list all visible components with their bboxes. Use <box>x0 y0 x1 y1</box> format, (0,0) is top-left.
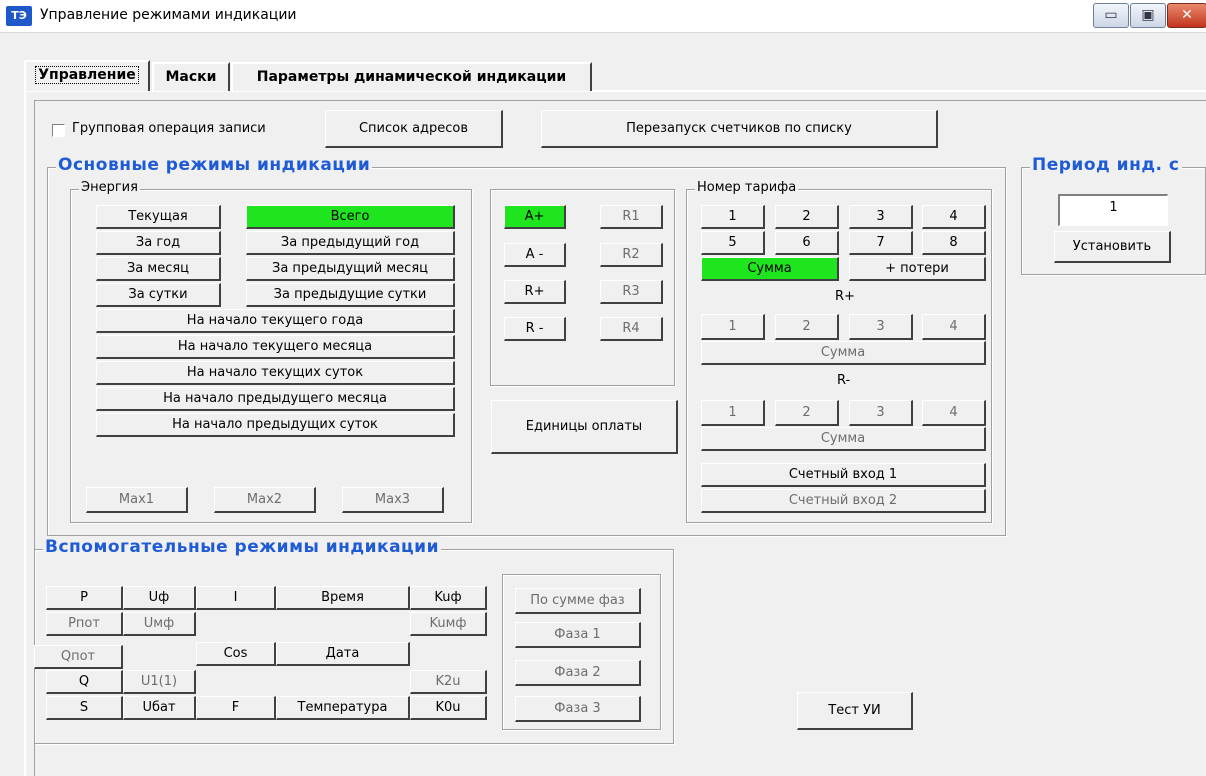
tab-control-label: Управление <box>35 66 139 84</box>
r-minus-sum-button[interactable]: Сумма <box>701 427 986 451</box>
phase-3-button[interactable]: Фаза 3 <box>515 696 641 722</box>
energy-day-button[interactable]: За сутки <box>96 283 221 307</box>
max2-button[interactable]: Max2 <box>214 487 316 513</box>
aux-ubat-button[interactable]: Uбат <box>123 696 196 720</box>
aux-p-button[interactable]: P <box>46 586 123 610</box>
r1-button[interactable]: R1 <box>600 205 663 229</box>
period-title: Период инд. с <box>1030 154 1182 176</box>
r-plus-sum-button[interactable]: Сумма <box>701 341 986 365</box>
aux-i-button[interactable]: I <box>196 586 276 610</box>
tariff-8-button[interactable]: 8 <box>922 231 986 255</box>
aux-qpot-button[interactable]: Qпот <box>34 645 123 669</box>
tariff-3-button[interactable]: 3 <box>849 205 913 229</box>
tab-dynamic-indication[interactable]: Параметры динамической индикации <box>231 62 592 91</box>
tariff-sum-button[interactable]: Сумма <box>701 257 839 281</box>
group-write-checkbox[interactable] <box>52 124 65 137</box>
tariff-2-button[interactable]: 2 <box>775 205 839 229</box>
tariff-5-button[interactable]: 5 <box>701 231 765 255</box>
main-modes-title: Основные режимы индикации <box>56 154 373 176</box>
aux-date-button[interactable]: Дата <box>276 642 410 666</box>
aux-temperature-button[interactable]: Температура <box>276 696 410 720</box>
aux-time-button[interactable]: Время <box>276 586 410 610</box>
r-minus-label: R- <box>837 373 851 388</box>
r-minus-button[interactable]: R - <box>504 317 566 341</box>
test-ui-button[interactable]: Тест УИ <box>797 692 913 730</box>
tab-masks[interactable]: Маски <box>152 62 230 91</box>
close-button[interactable]: ✕ <box>1167 3 1206 28</box>
r-plus-button[interactable]: R+ <box>504 280 566 304</box>
window-title: Управление режимами индикации <box>40 7 297 23</box>
aux-k2u-button[interactable]: K2u <box>410 670 487 694</box>
a-minus-button[interactable]: A - <box>504 243 566 267</box>
a-plus-button[interactable]: A+ <box>504 205 566 229</box>
group-write-label: Групповая операция записи <box>72 121 266 136</box>
energy-prev-month-button[interactable]: За предыдущий месяц <box>246 257 455 281</box>
energy-prev-year-button[interactable]: За предыдущий год <box>246 231 455 255</box>
aux-kumf-button[interactable]: Kuмф <box>410 612 487 636</box>
r-minus-tariff-2-button[interactable]: 2 <box>775 400 839 426</box>
tariff-1-button[interactable]: 1 <box>701 205 765 229</box>
address-list-button[interactable]: Список адресов <box>325 110 503 148</box>
r-plus-tariff-2-button[interactable]: 2 <box>775 314 839 340</box>
energy-total-button[interactable]: Всего <box>246 205 455 229</box>
r-plus-tariff-4-button[interactable]: 4 <box>922 314 986 340</box>
set-period-button[interactable]: Установить <box>1054 231 1171 263</box>
aux-q-button[interactable]: Q <box>46 670 123 694</box>
r-minus-tariff-1-button[interactable]: 1 <box>701 400 765 426</box>
aux-s-button[interactable]: S <box>46 696 123 720</box>
r-plus-tariff-3-button[interactable]: 3 <box>849 314 913 340</box>
r-minus-tariff-3-button[interactable]: 3 <box>849 400 913 426</box>
tariff-title: Номер тарифа <box>695 179 799 197</box>
tariff-6-button[interactable]: 6 <box>775 231 839 255</box>
tab-control[interactable]: Управление <box>24 60 150 91</box>
aux-uf-button[interactable]: Uф <box>123 586 196 610</box>
count-input-1-button[interactable]: Счетный вход 1 <box>701 463 986 487</box>
tariff-losses-button[interactable]: + потери <box>849 257 986 281</box>
energy-month-button[interactable]: За месяц <box>96 257 221 281</box>
r3-button[interactable]: R3 <box>600 280 663 304</box>
payment-units-button[interactable]: Единицы оплаты <box>491 400 678 454</box>
minimize-button[interactable]: ▭ <box>1093 3 1129 28</box>
maximize-button[interactable]: ▣ <box>1130 3 1166 28</box>
aux-kuf-button[interactable]: Kuф <box>410 586 487 610</box>
count-input-2-button[interactable]: Счетный вход 2 <box>701 489 986 513</box>
r-minus-tariff-4-button[interactable]: 4 <box>922 400 986 426</box>
tariff-4-button[interactable]: 4 <box>922 205 986 229</box>
energy-current-button[interactable]: Текущая <box>96 205 221 229</box>
max1-button[interactable]: Max1 <box>86 487 188 513</box>
energy-start-cur-day-button[interactable]: На начало текущих суток <box>96 361 455 385</box>
energy-start-cur-year-button[interactable]: На начало текущего года <box>96 309 455 333</box>
aux-umf-button[interactable]: Uмф <box>123 612 196 636</box>
energy-start-prev-day-button[interactable]: На начало предыдущих суток <box>96 413 455 437</box>
aux-f-button[interactable]: F <box>196 696 276 720</box>
aux-modes-title: Вспомогательные режимы индикации <box>43 536 441 558</box>
phase-1-button[interactable]: Фаза 1 <box>515 622 641 648</box>
max3-button[interactable]: Max3 <box>342 487 444 513</box>
restart-meters-button[interactable]: Перезапуск счетчиков по списку <box>541 110 938 148</box>
energy-start-cur-month-button[interactable]: На начало текущего месяца <box>96 335 455 359</box>
energy-prev-day-button[interactable]: За предыдущие сутки <box>246 283 455 307</box>
aux-ppot-button[interactable]: Рпот <box>46 612 123 636</box>
r4-button[interactable]: R4 <box>600 317 663 341</box>
tariff-7-button[interactable]: 7 <box>849 231 913 255</box>
energy-year-button[interactable]: За год <box>96 231 221 255</box>
energy-title: Энергия <box>79 179 140 197</box>
aux-k0u-button[interactable]: K0u <box>410 696 487 720</box>
aux-cos-button[interactable]: Cos <box>196 642 276 666</box>
app-icon: ТЭ <box>6 6 32 26</box>
period-input[interactable]: 1 <box>1058 194 1168 226</box>
energy-start-prev-month-button[interactable]: На начало предыдущего месяца <box>96 387 455 411</box>
phase-sum-button[interactable]: По сумме фаз <box>515 588 641 614</box>
r-plus-tariff-1-button[interactable]: 1 <box>701 314 765 340</box>
phase-2-button[interactable]: Фаза 2 <box>515 660 641 686</box>
aux-u11-button[interactable]: U1(1) <box>123 670 196 694</box>
r2-button[interactable]: R2 <box>600 243 663 267</box>
r-plus-label: R+ <box>835 289 855 304</box>
